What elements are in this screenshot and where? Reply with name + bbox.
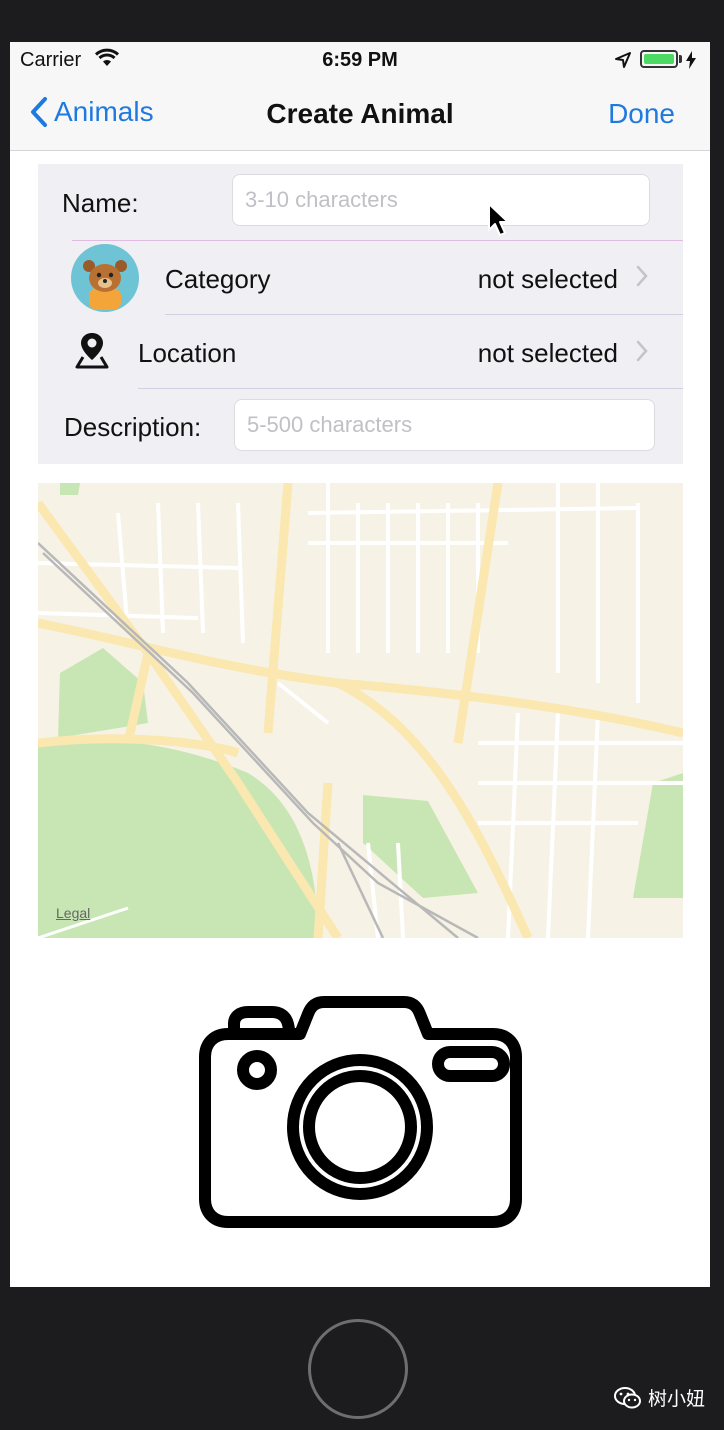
bear-avatar-icon <box>71 244 139 317</box>
chevron-right-icon <box>636 340 648 367</box>
category-value: not selected <box>477 264 618 294</box>
map-tiles <box>38 483 683 938</box>
row-divider <box>72 240 683 241</box>
name-input[interactable] <box>232 174 650 226</box>
location-label: Location <box>138 338 237 368</box>
wechat-icon <box>614 1386 641 1408</box>
map-view[interactable]: Legal <box>38 483 683 938</box>
description-input[interactable] <box>234 399 655 451</box>
battery-tip <box>679 55 682 63</box>
legal-link[interactable]: Legal <box>56 905 90 921</box>
row-divider <box>138 388 683 389</box>
navigation-bar: Animals Create Animal Done <box>10 78 710 151</box>
phone-screen: Carrier 6:59 PM Animals Create Animal Do… <box>10 42 710 1287</box>
home-button[interactable] <box>308 1319 408 1419</box>
camera-icon <box>199 996 522 1228</box>
watermark: 树小妞 <box>614 1384 705 1411</box>
status-bar: Carrier 6:59 PM <box>10 42 710 78</box>
page-title: Create Animal <box>266 98 454 129</box>
location-value: not selected <box>477 338 618 368</box>
category-label: Category <box>165 264 271 294</box>
row-divider <box>165 314 683 315</box>
battery-level <box>644 54 674 64</box>
location-arrow-icon <box>614 51 632 74</box>
camera-button[interactable] <box>198 994 523 1234</box>
status-time: 6:59 PM <box>322 49 398 71</box>
mouse-cursor-icon <box>487 202 511 243</box>
name-label: Name: <box>62 188 139 218</box>
charging-bolt-icon <box>685 51 697 74</box>
animal-form: Name: Category not selected <box>38 164 683 464</box>
done-button[interactable]: Done <box>608 98 675 130</box>
description-label: Description: <box>64 412 202 442</box>
map-pin-icon <box>74 330 110 375</box>
watermark-text: 树小妞 <box>648 1389 706 1410</box>
chevron-right-icon <box>636 265 648 292</box>
battery-icon <box>640 50 678 68</box>
